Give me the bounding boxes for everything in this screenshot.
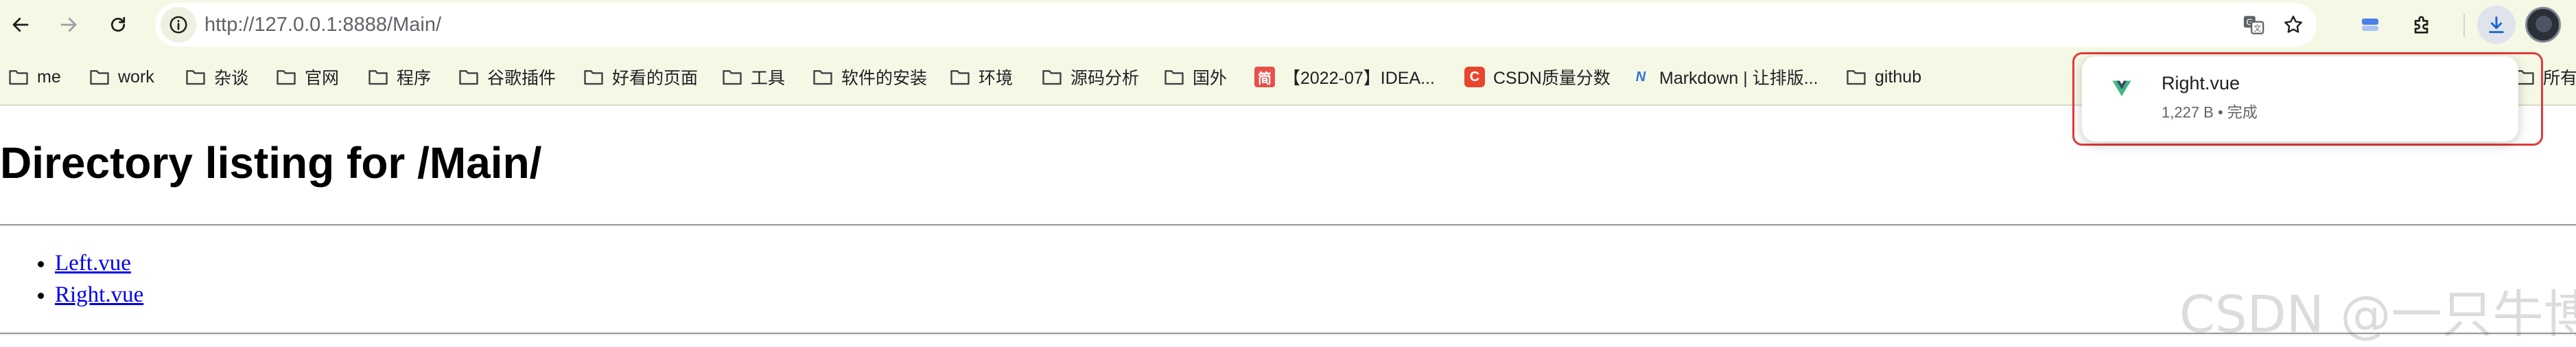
- bookmark-label: Markdown | 让排版...: [1659, 69, 1818, 88]
- bookmark-label: me: [37, 67, 61, 87]
- csdn-favicon-icon: C: [1464, 67, 1485, 87]
- bookmark-star-button[interactable]: [2281, 12, 2306, 37]
- profile-avatar[interactable]: [2525, 7, 2561, 43]
- vue-file-icon: [2112, 80, 2131, 96]
- bookmark-label: 好看的页面: [612, 69, 699, 88]
- bookmark-label: 杂谈: [214, 69, 249, 88]
- divider-top: [0, 224, 2576, 227]
- bookmark-label: 源码分析: [1070, 69, 1140, 88]
- avatar-face: [2536, 16, 2552, 32]
- file-link-left[interactable]: Left.vue: [55, 251, 131, 276]
- bookmark-folder-official[interactable]: 官网: [276, 63, 339, 91]
- bookmark-folder-environment[interactable]: 环境: [950, 63, 1013, 91]
- bookmark-markdown[interactable]: N Markdown | 让排版...: [1630, 63, 1818, 91]
- arrow-right-icon: [60, 17, 77, 32]
- bookmark-label: 环境: [979, 69, 1014, 88]
- star-icon: [2284, 15, 2302, 33]
- folder-icon: [186, 70, 205, 85]
- bookmark-label: 【2022-07】IDEA...: [1283, 69, 1435, 88]
- extension-badge-icon: [2362, 19, 2378, 31]
- download-bubble[interactable]: Right.vue 1,227 B • 完成: [2082, 56, 2518, 142]
- bookmark-folder-abroad[interactable]: 国外: [1164, 63, 1227, 91]
- extension-button[interactable]: [2354, 8, 2387, 41]
- folder-icon: [584, 70, 603, 85]
- download-icon: [2489, 16, 2504, 34]
- bookmark-label: 谷歌插件: [487, 69, 557, 88]
- bookmark-folder-source-analysis[interactable]: 源码分析: [1042, 63, 1139, 91]
- bookmark-folder-programs[interactable]: 程序: [368, 63, 431, 91]
- bookmark-folder-chrome-plugins[interactable]: 谷歌插件: [458, 63, 556, 91]
- folder-icon: [9, 70, 28, 85]
- bookmark-label: 所有书: [2543, 69, 2576, 88]
- folder-icon: [277, 70, 296, 85]
- bookmark-label: CSDN质量分数: [1493, 69, 1611, 88]
- watermark-text: CSDN @一只牛博: [2179, 285, 2576, 344]
- puzzle-icon: [2414, 16, 2428, 34]
- page-title: Directory listing for /Main/: [0, 138, 542, 188]
- bookmark-folder-nice-pages[interactable]: 好看的页面: [583, 63, 698, 91]
- bookmark-folder-github[interactable]: github: [1846, 63, 1921, 91]
- bookmark-label: 程序: [397, 69, 432, 88]
- address-bar[interactable]: http://127.0.0.1:8888/Main/ G文: [155, 3, 2317, 47]
- bookmark-csdn-score[interactable]: C CSDN质量分数: [1464, 63, 1611, 91]
- reload-button[interactable]: [99, 5, 137, 44]
- translate-button[interactable]: G文: [2241, 12, 2266, 37]
- download-filename[interactable]: Right.vue: [2162, 73, 2240, 94]
- folder-icon: [90, 70, 109, 85]
- download-status: 1,227 B • 完成: [2162, 104, 2258, 121]
- bookmark-label: 国外: [1193, 69, 1228, 88]
- markdown-favicon-icon: N: [1635, 69, 1646, 85]
- svg-text:文: 文: [2253, 23, 2261, 33]
- arrow-left-icon: [12, 17, 29, 32]
- folder-icon: [723, 70, 742, 85]
- list-item: Right.vue: [55, 279, 143, 311]
- back-button[interactable]: [1, 5, 40, 44]
- toolbar-divider: [2463, 14, 2465, 37]
- file-link-right[interactable]: Right.vue: [55, 282, 143, 307]
- forward-button[interactable]: [49, 5, 88, 44]
- info-icon: [169, 16, 187, 34]
- bookmark-label: 软件的安装: [841, 69, 928, 88]
- file-list: Left.vue Right.vue: [0, 247, 143, 311]
- bookmark-label: github: [1875, 67, 1922, 87]
- bookmark-folder-work[interactable]: work: [89, 63, 154, 91]
- bookmark-folder-tools[interactable]: 工具: [722, 63, 785, 91]
- site-info-button[interactable]: [161, 7, 196, 43]
- jianshu-favicon-icon: 简: [1254, 67, 1275, 87]
- folder-icon: [368, 70, 388, 85]
- extensions-menu-button[interactable]: [2406, 8, 2439, 41]
- reload-icon: [110, 16, 126, 32]
- folder-icon: [1847, 70, 1866, 85]
- browser-toolbar: http://127.0.0.1:8888/Main/ G文: [0, 0, 2576, 49]
- bookmark-label: 官网: [305, 69, 340, 88]
- folder-icon: [1164, 70, 1184, 85]
- list-item: Left.vue: [55, 247, 143, 279]
- bookmark-label: 工具: [751, 69, 786, 88]
- bookmark-folder-me[interactable]: me: [8, 63, 61, 91]
- bookmark-folder-chat[interactable]: 杂谈: [185, 63, 248, 91]
- bookmark-folder-software-install[interactable]: 软件的安装: [812, 63, 927, 91]
- folder-icon: [459, 70, 478, 85]
- url-text[interactable]: http://127.0.0.1:8888/Main/: [204, 14, 441, 36]
- folder-icon: [813, 70, 832, 85]
- bookmark-label: work: [118, 67, 154, 87]
- folder-icon: [1042, 70, 1062, 85]
- downloads-button[interactable]: [2477, 5, 2516, 44]
- bookmark-idea-article[interactable]: 简 【2022-07】IDEA...: [1254, 63, 1435, 91]
- translate-icon: G文: [2243, 16, 2264, 34]
- folder-icon: [950, 70, 970, 85]
